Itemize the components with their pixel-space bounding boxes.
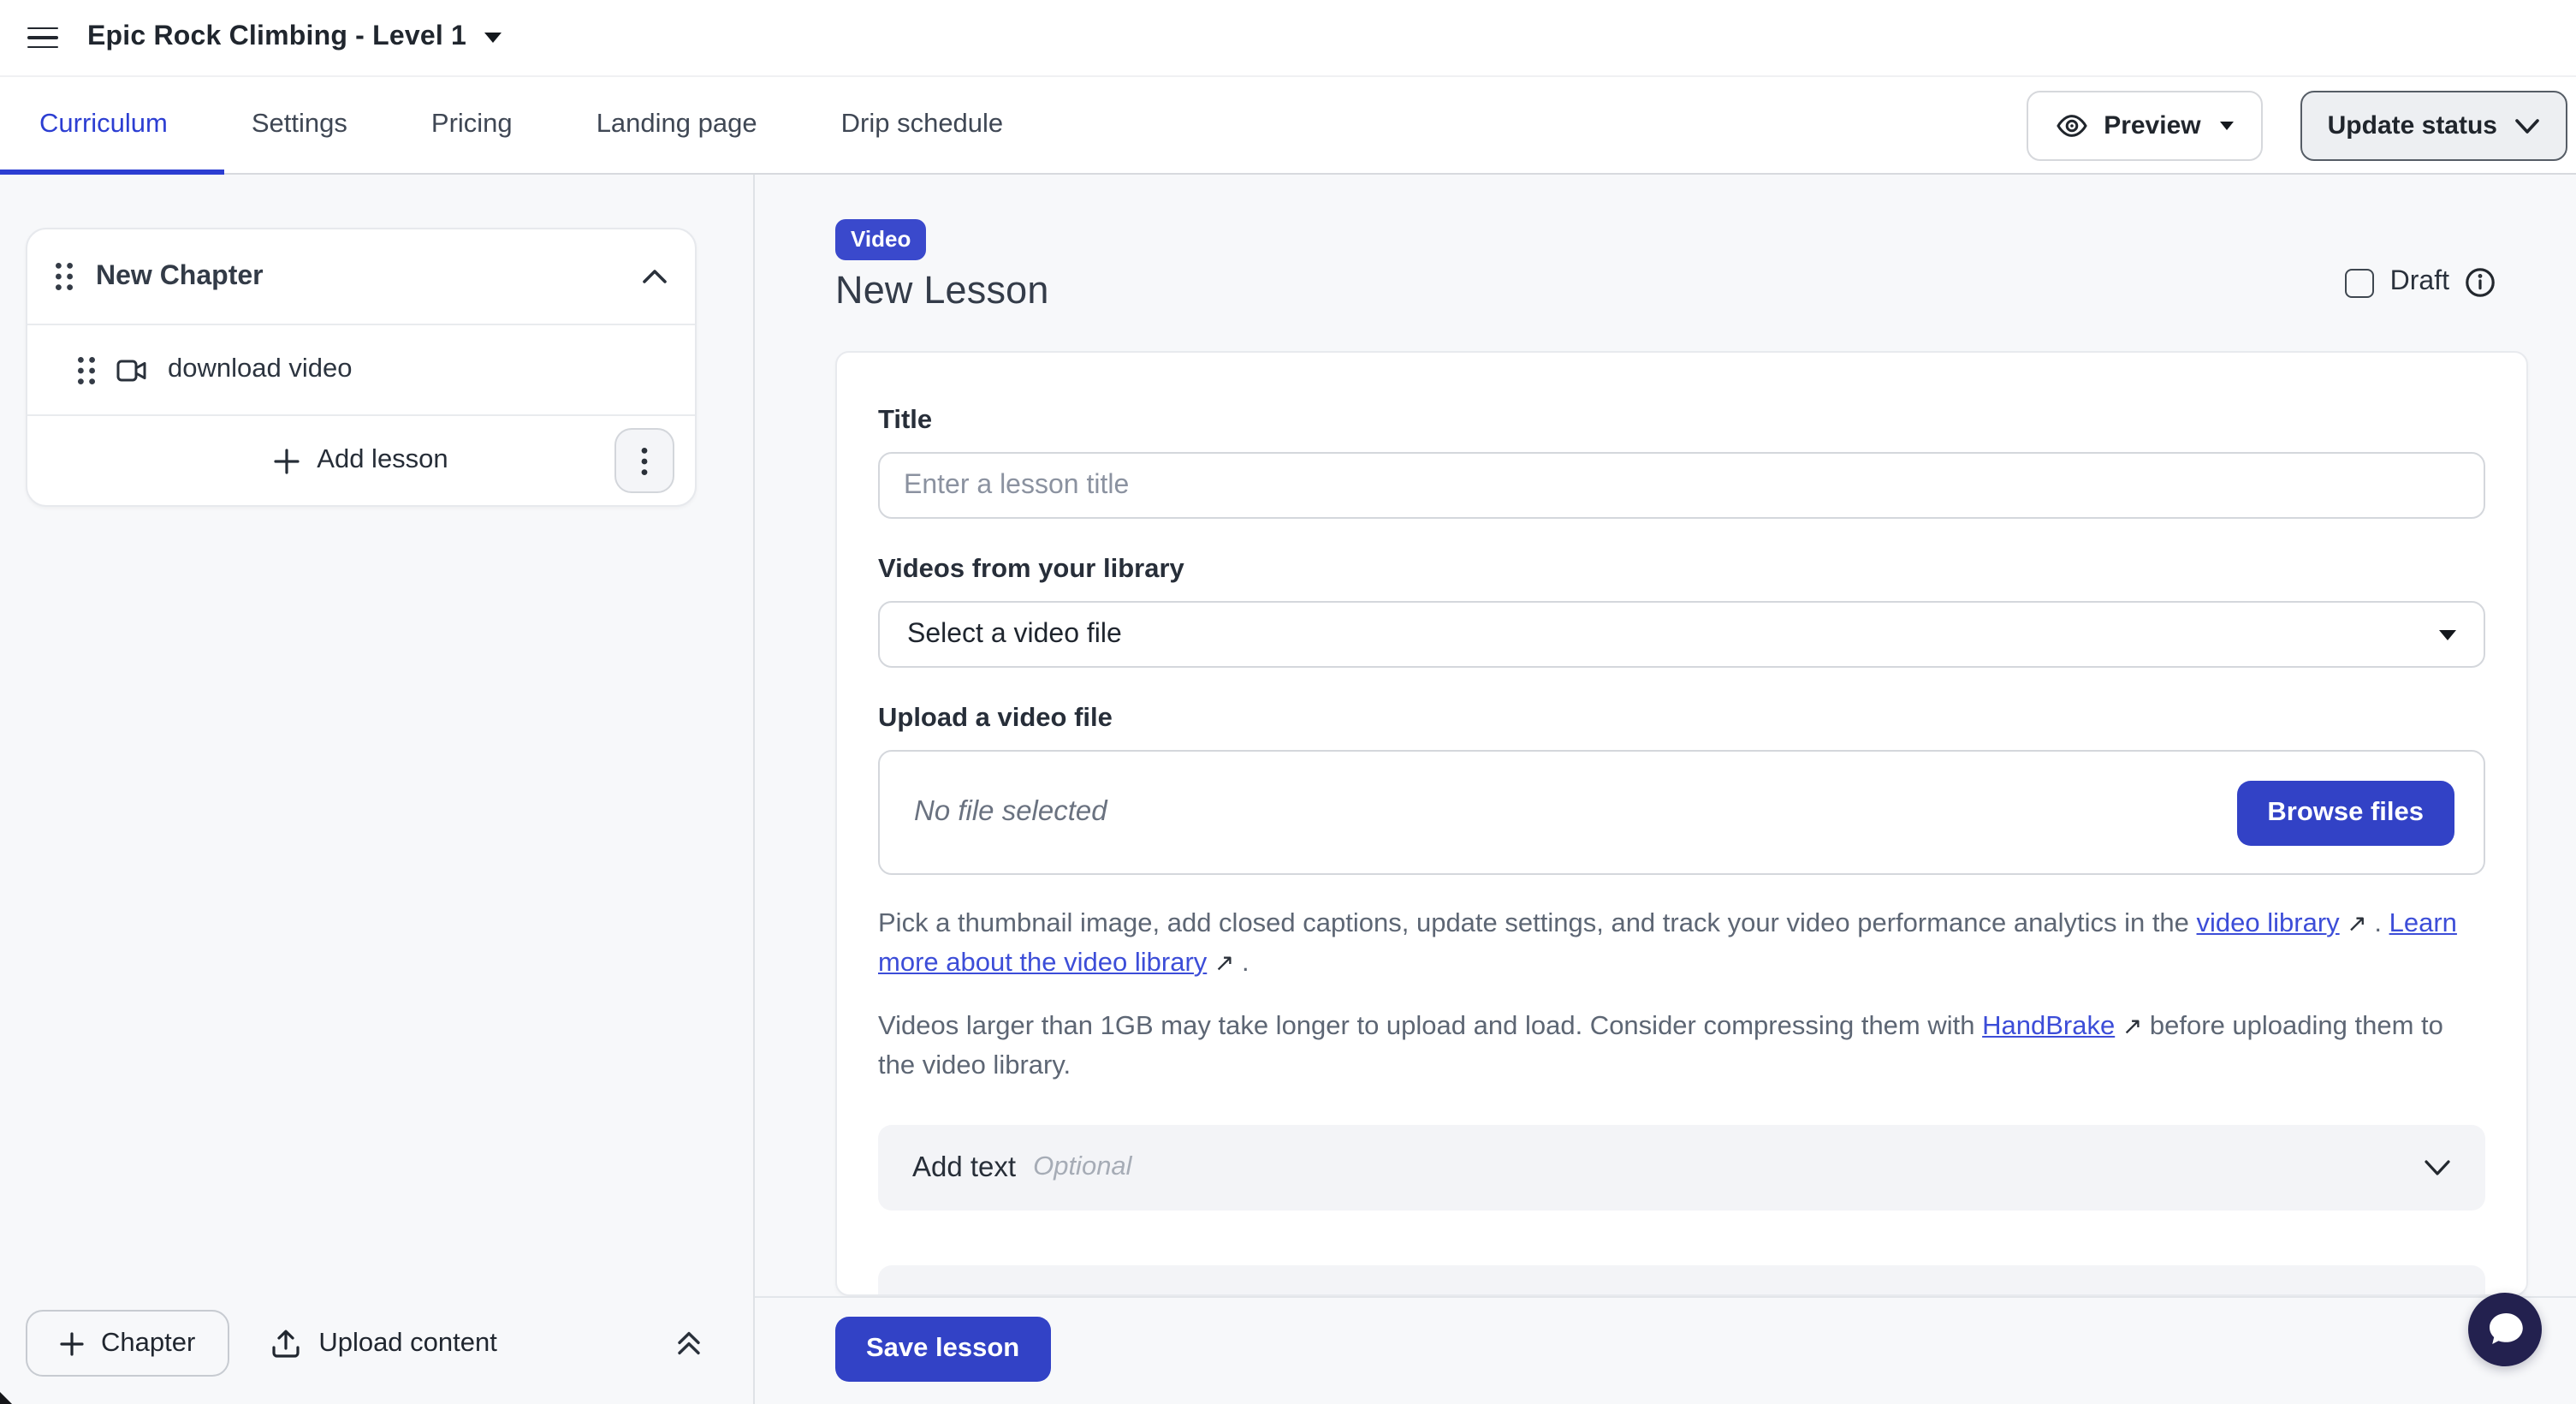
- double-chevron-up-icon: [674, 1329, 703, 1358]
- kebab-menu-icon: [640, 446, 649, 475]
- upload-content-label: Upload content: [318, 1328, 497, 1359]
- handbrake-link[interactable]: HandBrake: [1982, 1012, 2115, 1041]
- drag-handle-icon[interactable]: [55, 262, 74, 291]
- external-link-icon: ↗: [1214, 943, 1234, 983]
- update-status-button[interactable]: Update status: [2300, 91, 2567, 161]
- preview-label: Preview: [2104, 111, 2200, 140]
- add-lesson-label: Add lesson: [317, 445, 448, 476]
- optional-hint: Optional: [1033, 1152, 1131, 1183]
- help-text: .: [2367, 909, 2389, 938]
- tab-landing-page[interactable]: Landing page: [597, 110, 757, 140]
- chapter-header[interactable]: New Chapter: [27, 229, 695, 324]
- drag-handle-icon[interactable]: [77, 355, 96, 384]
- chapter-card: New Chapter download video Add lesson: [26, 228, 697, 507]
- chevron-up-icon[interactable]: [642, 269, 668, 284]
- collapse-all-button[interactable]: [674, 1329, 703, 1358]
- external-link-icon: ↗: [2122, 1007, 2142, 1046]
- page-title: New Lesson: [835, 269, 2496, 313]
- video-library-select-value: Select a video file: [907, 619, 1122, 650]
- app-root: Epic Rock Climbing - Level 1 Curriculum …: [0, 0, 2576, 1404]
- tab-settings[interactable]: Settings: [252, 110, 347, 140]
- upload-icon: [270, 1328, 301, 1359]
- upload-field-label: Upload a video file: [878, 704, 2485, 735]
- lesson-type-badge: Video: [835, 219, 926, 260]
- file-upload-dropzone[interactable]: No file selected Browse files: [878, 750, 2485, 875]
- lesson-item[interactable]: download video: [27, 324, 695, 414]
- help-text: Pick a thumbnail image, add closed capti…: [878, 909, 2197, 938]
- lesson-header: Video New Lesson Draft: [755, 175, 2576, 313]
- select-caret-icon: [2439, 629, 2456, 640]
- curriculum-sidebar: New Chapter download video Add lesson: [0, 175, 755, 1404]
- tab-pricing[interactable]: Pricing: [431, 110, 513, 140]
- add-lesson-button[interactable]: Add lesson: [274, 445, 448, 476]
- update-status-label: Update status: [2328, 111, 2497, 140]
- draft-label: Draft: [2390, 267, 2449, 298]
- hamburger-menu-icon[interactable]: [27, 27, 58, 49]
- form-footer: Save lesson: [755, 1296, 2576, 1404]
- no-file-text: No file selected: [914, 796, 1107, 829]
- lesson-title-input[interactable]: [878, 452, 2485, 519]
- video-library-help-text: Pick a thumbnail image, add closed capti…: [878, 904, 2485, 983]
- chat-bubble-icon: [2484, 1310, 2526, 1349]
- info-icon[interactable]: [2465, 267, 2496, 298]
- upload-content-button[interactable]: Upload content: [270, 1328, 497, 1359]
- help-text: .: [1234, 949, 1249, 978]
- tabbar: Curriculum Settings Pricing Landing page…: [0, 77, 2576, 175]
- plus-icon: [60, 1331, 84, 1355]
- add-chapter-button[interactable]: Chapter: [26, 1310, 229, 1377]
- corner-artifact: [0, 1387, 17, 1404]
- save-lesson-button[interactable]: Save lesson: [835, 1317, 1050, 1382]
- file-size-help-text: Videos larger than 1GB may take longer t…: [878, 1007, 2485, 1086]
- video-library-link[interactable]: video library: [2197, 909, 2340, 938]
- library-field-label: Videos from your library: [878, 555, 2485, 586]
- chevron-down-icon: [2424, 1159, 2451, 1176]
- tab-curriculum[interactable]: Curriculum: [39, 110, 168, 140]
- lesson-editor: Video New Lesson Draft Title Videos from…: [755, 175, 2576, 1404]
- draft-checkbox[interactable]: [2346, 268, 2375, 297]
- topbar: Epic Rock Climbing - Level 1: [0, 0, 2576, 77]
- chevron-down-icon: [2514, 117, 2540, 134]
- chapter-title: New Chapter: [96, 261, 264, 292]
- add-lesson-row: Add lesson: [27, 414, 695, 505]
- title-field-label: Title: [878, 406, 2485, 437]
- chevron-down-icon[interactable]: [484, 33, 501, 43]
- add-downloads-section[interactable]: Add downloads Optional: [878, 1265, 2485, 1296]
- tabs: Curriculum Settings Pricing Landing page…: [39, 110, 1003, 140]
- draft-toggle-group: Draft: [2346, 267, 2496, 298]
- video-camera-icon: [116, 359, 147, 381]
- browse-files-button[interactable]: Browse files: [2236, 780, 2454, 845]
- tab-actions: Preview Update status: [2027, 91, 2567, 161]
- chat-widget-button[interactable]: [2468, 1293, 2542, 1366]
- help-text: Videos larger than 1GB may take longer t…: [878, 1012, 1982, 1041]
- caret-down-icon: [2220, 122, 2234, 130]
- sidebar-footer: Chapter Upload content: [0, 1286, 753, 1404]
- external-link-icon: ↗: [2347, 904, 2366, 943]
- eye-icon: [2056, 110, 2088, 142]
- lesson-form-card: Title Videos from your library Select a …: [835, 351, 2528, 1296]
- tab-drip-schedule[interactable]: Drip schedule: [841, 110, 1004, 140]
- chapter-options-button[interactable]: [614, 428, 674, 493]
- preview-button[interactable]: Preview: [2027, 91, 2262, 161]
- video-library-select[interactable]: Select a video file: [878, 601, 2485, 668]
- lesson-title: download video: [168, 354, 352, 385]
- course-title[interactable]: Epic Rock Climbing - Level 1: [87, 22, 466, 53]
- plus-icon: [274, 448, 300, 473]
- add-text-label: Add text: [912, 1151, 1016, 1184]
- add-chapter-label: Chapter: [101, 1328, 195, 1359]
- add-text-section[interactable]: Add text Optional: [878, 1125, 2485, 1211]
